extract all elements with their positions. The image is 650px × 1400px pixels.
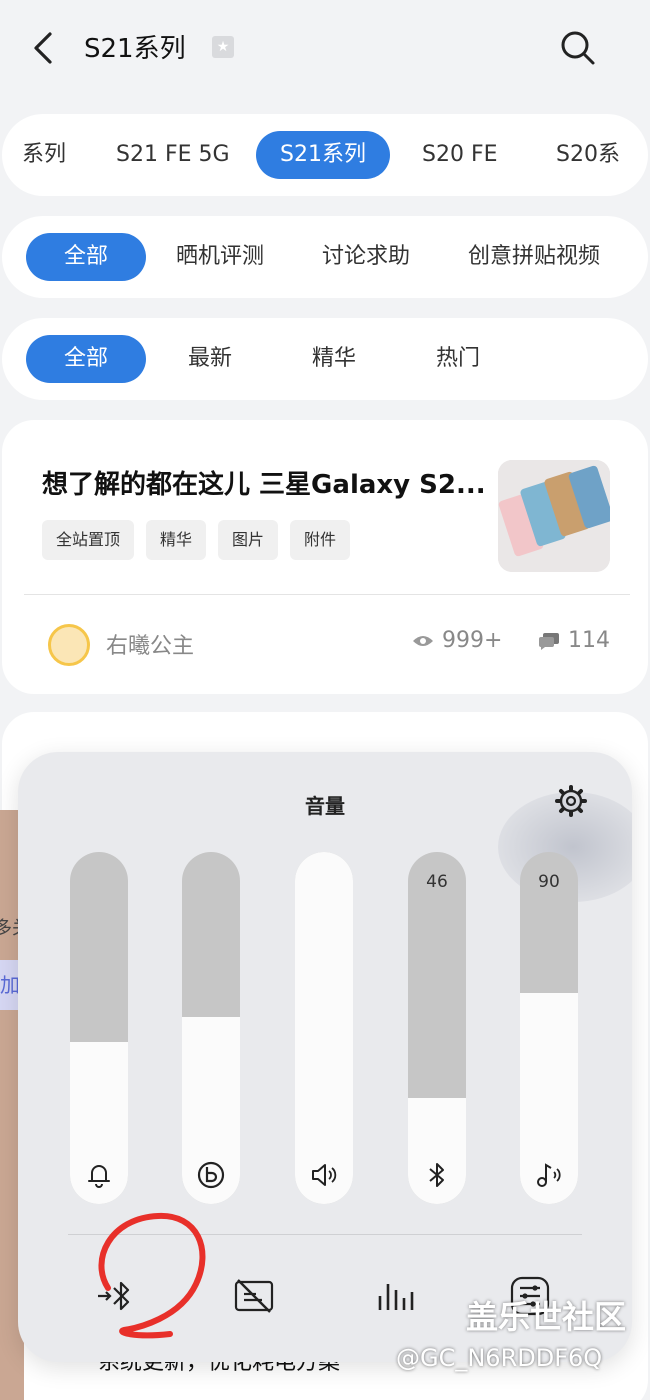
bell-icon [88,1165,110,1188]
category-tab-2[interactable]: 讨论求助 [322,233,410,281]
page-title: S21系列 [84,34,186,64]
bluetooth-arrow-icon[interactable] [96,1274,140,1318]
card-divider [24,594,630,595]
series-tab-2[interactable]: S21系列 [256,131,390,179]
view-count-value: 999+ [442,628,503,653]
sort-tab-2[interactable]: 精华 [312,335,356,383]
post-tag: 全站置顶 [42,520,135,560]
post-tag: 精华 [146,520,207,560]
category-tab-0[interactable]: 全部 [26,233,147,281]
post-thumbnail [498,460,610,572]
post-tags: 全站置顶 精华 图片 附件 [42,520,351,560]
strip-button-label: 加 [0,973,20,997]
more-dots: ••• [28,1370,67,1395]
bluetooth-volume-slider[interactable]: 46 [408,852,466,1204]
sort-tab-0[interactable]: 全部 [26,335,147,383]
sort-tab-1[interactable]: 最新 [188,335,232,383]
bluetooth-icon [429,1163,444,1187]
comment-count: 114 [538,628,610,653]
panel-divider [68,1234,582,1235]
series-tab-4[interactable]: S20系 [556,131,620,179]
avatar[interactable] [48,624,90,666]
bixby-volume-slider[interactable] [182,852,240,1204]
slider-value: 46 [426,872,448,892]
search-icon[interactable] [556,26,600,70]
eye-icon [413,635,433,646]
series-tab-0[interactable]: 系列 [22,131,66,179]
sort-tab-bar: 全部 最新 精华 热门 [2,318,648,400]
post-tag: 图片 [218,520,279,560]
series-tab-3[interactable]: S20 FE [422,131,498,179]
series-tab-bar: 系列 S21 FE 5G S21系列 S20 FE S20系 [2,114,648,196]
comment-count-value: 114 [568,628,610,653]
watermark-brand: 盖乐世社区 [466,1298,627,1336]
comment-icon [539,632,559,650]
music-note-icon [537,1163,561,1187]
ringtone-volume-slider[interactable] [70,852,128,1204]
category-tab-3[interactable]: 创意拼贴视频 [468,233,600,281]
music-volume-slider[interactable]: 90 [520,852,578,1204]
app-header: S21系列 ★ [0,0,650,96]
equalizer-icon[interactable] [372,1274,416,1318]
bixby-icon [197,1161,225,1189]
slider-fill [295,852,353,1204]
speaker-icon [312,1164,337,1186]
post-title: 想了解的都在这儿 三星Galaxy S2... [42,470,486,500]
view-count: 999+ [412,628,502,653]
caption-off-icon[interactable] [232,1274,276,1318]
slider-value: 90 [538,872,560,892]
star-icon[interactable]: ★ [212,36,234,58]
post-card[interactable]: 想了解的都在这儿 三星Galaxy S2... 全站置顶 精华 图片 附件 右曦… [2,420,648,694]
category-tab-1[interactable]: 晒机评测 [176,233,264,281]
chevron-left-icon[interactable] [26,26,62,70]
media-volume-slider[interactable] [295,852,353,1204]
gear-icon[interactable] [554,784,588,818]
volume-panel-title: 音量 [305,794,345,818]
author-name[interactable]: 右曦公主 [106,628,194,660]
series-tab-1[interactable]: S21 FE 5G [116,131,230,179]
watermark-user: @GC_N6RDDF6Q [396,1344,603,1372]
volume-panel: 音量 46 90 [18,752,632,1362]
post-tag: 附件 [290,520,351,560]
category-tab-bar: 全部 晒机评测 讨论求助 创意拼贴视频 [2,216,648,298]
sort-tab-3[interactable]: 热门 [436,335,480,383]
